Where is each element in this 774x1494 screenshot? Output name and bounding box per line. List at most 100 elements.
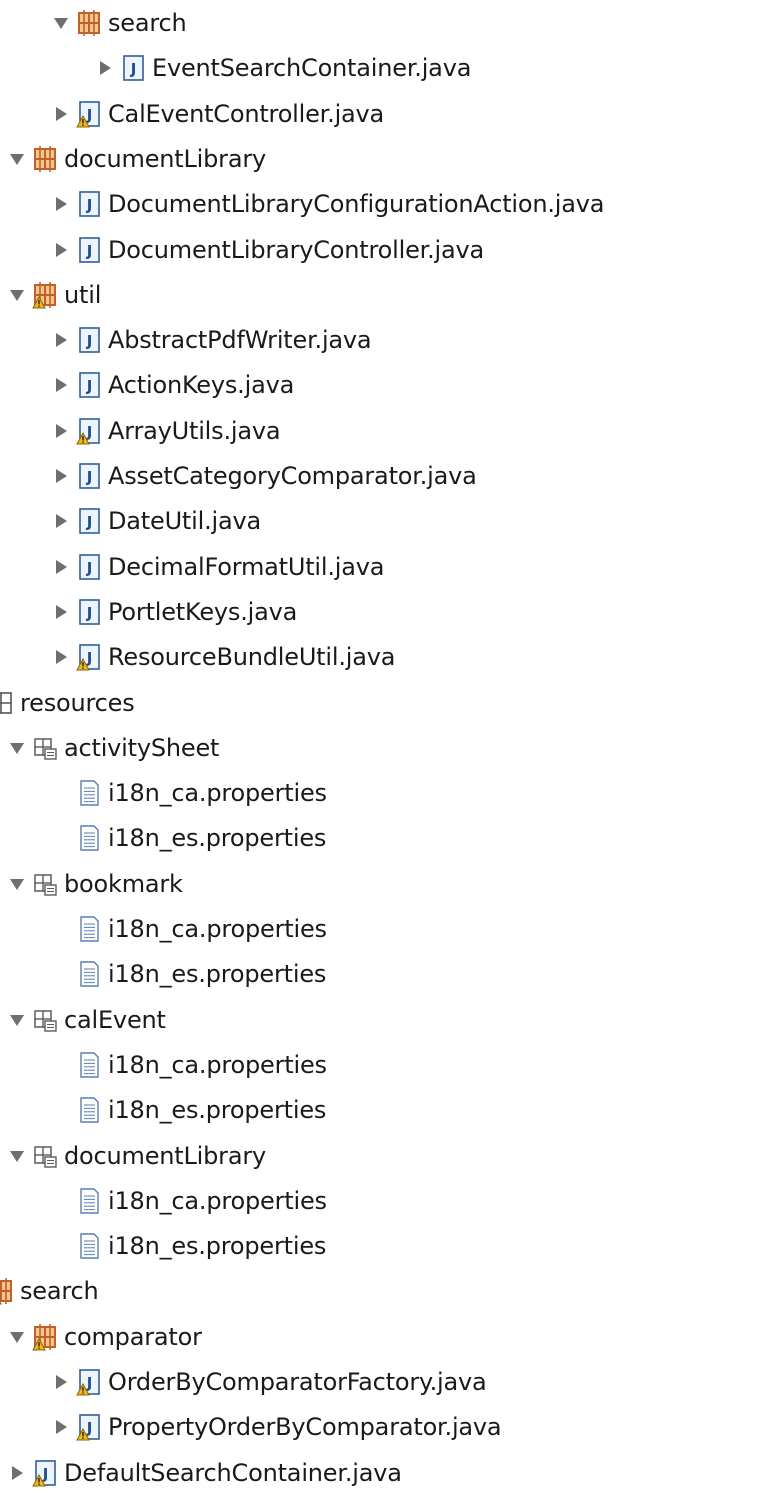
tree-item-search[interactable]: search xyxy=(0,1270,99,1312)
tree-item-documentlibrary[interactable]: documentLibrary xyxy=(8,138,266,180)
tree-item-i18n-ca-properties[interactable]: i18n_ca.properties xyxy=(52,772,327,814)
collapse-arrow-icon[interactable] xyxy=(52,1371,70,1393)
tree-item-label: DocumentLibraryController.java xyxy=(108,235,485,264)
java-file-icon: J xyxy=(76,326,102,354)
no-arrow-spacer xyxy=(52,1054,70,1076)
resource-folder-icon xyxy=(32,1006,58,1034)
properties-file-icon xyxy=(76,915,102,943)
svg-text:J: J xyxy=(86,242,93,260)
tree-item-abstractpdfwriter-java[interactable]: J AbstractPdfWriter.java xyxy=(52,319,372,361)
tree-item-label: i18n_ca.properties xyxy=(108,1050,327,1079)
tree-item-label: AssetCategoryComparator.java xyxy=(108,462,477,490)
tree-item-i18n-es-properties[interactable]: i18n_es.properties xyxy=(52,1089,326,1131)
java-file-icon: J xyxy=(76,598,102,626)
tree-item-label: DocumentLibraryConfigurationAction.java xyxy=(108,190,605,219)
tree-item-decimalformatutil-java[interactable]: J DecimalFormatUtil.java xyxy=(52,546,384,588)
no-arrow-spacer xyxy=(52,918,70,940)
tree-item-defaultsearchcontainer-java[interactable]: J DefaultSearchContainer.java xyxy=(8,1452,402,1494)
collapse-arrow-icon[interactable] xyxy=(52,329,70,351)
properties-file-icon xyxy=(76,960,102,988)
expand-arrow-icon[interactable] xyxy=(8,737,26,759)
expand-arrow-icon[interactable] xyxy=(8,1145,26,1167)
java-file-warning-icon: J xyxy=(76,417,102,445)
no-arrow-spacer xyxy=(52,1190,70,1212)
collapse-arrow-icon[interactable] xyxy=(52,510,70,532)
collapse-arrow-icon[interactable] xyxy=(52,420,70,442)
collapse-arrow-icon[interactable] xyxy=(52,1416,70,1438)
tree-item-arrayutils-java[interactable]: J ArrayUtils.java xyxy=(52,410,281,452)
tree-item-label: ArrayUtils.java xyxy=(108,416,281,445)
tree-item-documentlibraryconfigurationaction-java[interactable]: J DocumentLibraryConfigurationAction.java xyxy=(52,183,604,225)
tree-item-util[interactable]: util xyxy=(8,274,101,316)
tree-item-activitysheet[interactable]: activitySheet xyxy=(8,727,219,769)
tree-item-label: comparator xyxy=(64,1322,202,1351)
tree-item-label: DateUtil.java xyxy=(108,507,261,536)
tree-item-i18n-es-properties[interactable]: i18n_es.properties xyxy=(52,1225,326,1267)
tree-item-i18n-es-properties[interactable]: i18n_es.properties xyxy=(52,953,326,995)
tree-item-documentlibrarycontroller-java[interactable]: J DocumentLibraryController.java xyxy=(52,229,484,271)
tree-item-resourcebundleutil-java[interactable]: J ResourceBundleUtil.java xyxy=(52,636,395,678)
tree-item-comparator[interactable]: comparator xyxy=(8,1316,202,1358)
collapse-arrow-icon[interactable] xyxy=(52,239,70,261)
properties-file-icon xyxy=(76,1051,102,1079)
resource-folder-icon xyxy=(32,870,58,898)
java-file-icon: J xyxy=(76,507,102,535)
collapse-arrow-icon[interactable] xyxy=(52,465,70,487)
tree-item-label: i18n_es.properties xyxy=(108,1096,327,1125)
expand-arrow-icon[interactable] xyxy=(52,12,70,34)
expand-arrow-icon[interactable] xyxy=(8,148,26,170)
collapse-arrow-icon[interactable] xyxy=(52,103,70,125)
tree-item-label: ResourceBundleUtil.java xyxy=(108,643,396,672)
properties-file-icon xyxy=(76,779,102,807)
collapse-arrow-icon[interactable] xyxy=(8,1462,26,1484)
java-file-icon: J xyxy=(76,553,102,581)
collapse-arrow-icon[interactable] xyxy=(52,646,70,668)
tree-item-label: util xyxy=(64,280,102,309)
svg-text:J: J xyxy=(86,1419,93,1437)
tree-item-i18n-es-properties[interactable]: i18n_es.properties xyxy=(52,817,326,859)
tree-item-documentlibrary[interactable]: documentLibrary xyxy=(8,1135,266,1177)
tree-item-label: CalEventController.java xyxy=(108,99,385,128)
tree-item-resources[interactable]: resources xyxy=(0,682,135,724)
tree-item-label: ActionKeys.java xyxy=(108,371,295,400)
expand-arrow-icon[interactable] xyxy=(8,1326,26,1348)
tree-item-orderbycomparatorfactory-java[interactable]: J OrderByComparatorFactory.java xyxy=(52,1361,487,1403)
tree-item-calevent[interactable]: calEvent xyxy=(8,999,166,1041)
tree-item-caleventcontroller-java[interactable]: J CalEventController.java xyxy=(52,93,384,135)
tree-item-label: DecimalFormatUtil.java xyxy=(108,552,385,581)
collapse-arrow-icon[interactable] xyxy=(96,57,114,79)
expand-arrow-icon[interactable] xyxy=(8,284,26,306)
tree-item-search[interactable]: search xyxy=(52,2,187,44)
java-file-warning-icon: J xyxy=(76,1413,102,1441)
no-arrow-spacer xyxy=(52,1235,70,1257)
collapse-arrow-icon[interactable] xyxy=(52,193,70,215)
expand-arrow-icon[interactable] xyxy=(8,1009,26,1031)
tree-item-label: AbstractPdfWriter.java xyxy=(108,326,372,355)
tree-item-eventsearchcontainer-java[interactable]: J EventSearchContainer.java xyxy=(96,47,471,89)
resource-folder-icon xyxy=(32,1142,58,1170)
no-arrow-spacer xyxy=(52,1099,70,1121)
tree-item-actionkeys-java[interactable]: J ActionKeys.java xyxy=(52,364,294,406)
package-warning-icon xyxy=(32,1323,58,1351)
svg-text:J: J xyxy=(86,604,93,622)
svg-text:J: J xyxy=(86,513,93,531)
tree-item-i18n-ca-properties[interactable]: i18n_ca.properties xyxy=(52,908,327,950)
collapse-arrow-icon[interactable] xyxy=(52,601,70,623)
tree-item-i18n-ca-properties[interactable]: i18n_ca.properties xyxy=(52,1180,327,1222)
tree-item-i18n-ca-properties[interactable]: i18n_ca.properties xyxy=(52,1044,327,1086)
java-file-icon: J xyxy=(76,462,102,490)
expand-arrow-icon[interactable] xyxy=(8,873,26,895)
tree-item-assetcategorycomparator-java[interactable]: J AssetCategoryComparator.java xyxy=(52,455,477,497)
svg-text:J: J xyxy=(130,60,137,78)
package-warning-icon xyxy=(32,281,58,309)
tree-item-label: i18n_ca.properties xyxy=(108,1186,327,1215)
collapse-arrow-icon[interactable] xyxy=(52,374,70,396)
tree-item-dateutil-java[interactable]: J DateUtil.java xyxy=(52,500,261,542)
tree-item-portletkeys-java[interactable]: J PortletKeys.java xyxy=(52,591,297,633)
tree-item-bookmark[interactable]: bookmark xyxy=(8,863,183,905)
tree-item-label: documentLibrary xyxy=(64,1141,267,1170)
java-file-icon: J xyxy=(76,371,102,399)
tree-item-label: bookmark xyxy=(64,869,183,898)
collapse-arrow-icon[interactable] xyxy=(52,556,70,578)
tree-item-propertyorderbycomparator-java[interactable]: J PropertyOrderByComparator.java xyxy=(52,1406,502,1448)
